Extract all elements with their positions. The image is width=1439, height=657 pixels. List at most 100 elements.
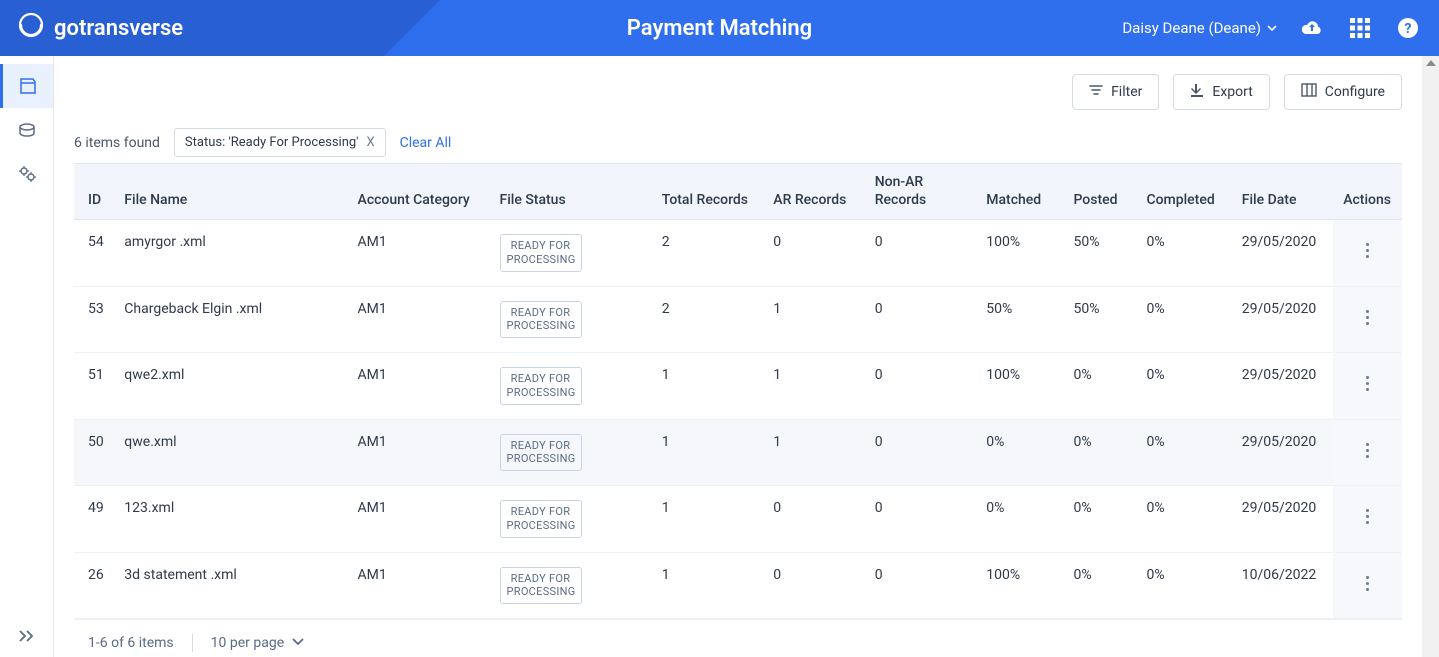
cell-non-ar-records: 0 <box>865 353 977 420</box>
cell-account-category: AM1 <box>348 220 490 287</box>
cell-posted: 0% <box>1063 353 1136 420</box>
cell-ar-records: 1 <box>763 353 864 420</box>
cell-posted: 50% <box>1063 220 1136 287</box>
sidebar-item-transactions[interactable] <box>0 108 53 152</box>
caret-down-icon <box>1267 19 1277 37</box>
th-file-status[interactable]: File Status <box>490 164 652 220</box>
svg-text:?: ? <box>1405 21 1412 37</box>
cell-id: 26 <box>74 552 114 619</box>
row-actions-menu[interactable] <box>1362 439 1373 462</box>
cell-posted: 0% <box>1063 552 1136 619</box>
cell-completed: 0% <box>1136 353 1231 420</box>
cell-file-date: 29/05/2020 <box>1232 419 1333 486</box>
status-badge: READY FOR PROCESSING <box>500 434 582 472</box>
configure-button[interactable]: Configure <box>1284 74 1402 110</box>
cell-ar-records: 1 <box>763 419 864 486</box>
cell-completed: 0% <box>1136 552 1231 619</box>
cell-file-name: qwe2.xml <box>114 353 347 420</box>
export-label: Export <box>1212 84 1252 100</box>
cell-file-date: 29/05/2020 <box>1232 353 1333 420</box>
cell-id: 54 <box>74 220 114 287</box>
cell-ar-records: 1 <box>763 286 864 353</box>
scroll-up-arrow-icon[interactable] <box>1426 60 1436 66</box>
cell-matched: 50% <box>976 286 1063 353</box>
cell-actions <box>1333 419 1402 486</box>
user-menu[interactable]: Daisy Deane (Deane) <box>1122 19 1277 37</box>
cell-non-ar-records: 0 <box>865 286 977 353</box>
th-account-category[interactable]: Account Category <box>348 164 490 220</box>
filter-icon <box>1089 84 1103 100</box>
cell-posted: 0% <box>1063 419 1136 486</box>
table-row[interactable]: 51qwe2.xmlAM1READY FOR PROCESSING110100%… <box>74 353 1402 420</box>
th-completed[interactable]: Completed <box>1136 164 1231 220</box>
status-badge: READY FOR PROCESSING <box>500 301 582 339</box>
cell-file-name: 3d statement .xml <box>114 552 347 619</box>
cell-id: 50 <box>74 419 114 486</box>
payment-matching-table: ID File Name Account Category File Statu… <box>74 163 1402 619</box>
status-badge: READY FOR PROCESSING <box>500 367 582 405</box>
cell-id: 53 <box>74 286 114 353</box>
items-found-label: 6 items found <box>74 135 160 151</box>
th-file-name[interactable]: File Name <box>114 164 347 220</box>
th-file-date[interactable]: File Date <box>1232 164 1333 220</box>
cell-file-name: 123.xml <box>114 486 347 553</box>
table-row[interactable]: 49123.xmlAM1READY FOR PROCESSING1000%0%0… <box>74 486 1402 553</box>
export-button[interactable]: Export <box>1173 74 1269 110</box>
table-row[interactable]: 263d statement .xmlAM1READY FOR PROCESSI… <box>74 552 1402 619</box>
configure-columns-icon <box>1301 83 1317 101</box>
cell-posted: 0% <box>1063 486 1136 553</box>
th-matched[interactable]: Matched <box>976 164 1063 220</box>
filter-chip-label: Status: 'Ready For Processing' <box>185 135 359 150</box>
cell-total-records: 1 <box>652 353 764 420</box>
th-actions: Actions <box>1333 164 1402 220</box>
th-ar-records[interactable]: AR Records <box>763 164 864 220</box>
cell-total-records: 1 <box>652 419 764 486</box>
table-row[interactable]: 54amyrgor .xmlAM1READY FOR PROCESSING200… <box>74 220 1402 287</box>
th-posted[interactable]: Posted <box>1063 164 1136 220</box>
cell-file-status: READY FOR PROCESSING <box>490 552 652 619</box>
apps-grid-icon[interactable] <box>1347 15 1373 41</box>
cell-account-category: AM1 <box>348 419 490 486</box>
cell-file-name: amyrgor .xml <box>114 220 347 287</box>
row-actions-menu[interactable] <box>1362 572 1373 595</box>
cloud-upload-icon[interactable] <box>1299 15 1325 41</box>
status-badge: READY FOR PROCESSING <box>500 500 582 538</box>
table-footer: 1-6 of 6 items 10 per page <box>74 619 1402 657</box>
help-icon[interactable]: ? <box>1395 15 1421 41</box>
cell-file-status: READY FOR PROCESSING <box>490 486 652 553</box>
th-id[interactable]: ID <box>74 164 114 220</box>
cell-completed: 0% <box>1136 419 1231 486</box>
row-actions-menu[interactable] <box>1362 505 1373 528</box>
row-actions-menu[interactable] <box>1362 372 1373 395</box>
per-page-label: 10 per page <box>211 635 284 651</box>
cell-matched: 0% <box>976 419 1063 486</box>
row-actions-menu[interactable] <box>1362 239 1373 262</box>
cell-non-ar-records: 0 <box>865 220 977 287</box>
cell-matched: 0% <box>976 486 1063 553</box>
filter-chip-status[interactable]: Status: 'Ready For Processing' X <box>174 128 386 157</box>
cell-account-category: AM1 <box>348 552 490 619</box>
cell-non-ar-records: 0 <box>865 552 977 619</box>
filter-button[interactable]: Filter <box>1072 74 1159 110</box>
sidebar-item-payment-matching[interactable] <box>0 64 53 108</box>
table-row[interactable]: 50qwe.xmlAM1READY FOR PROCESSING1100%0%0… <box>74 419 1402 486</box>
th-non-ar-records[interactable]: Non-AR Records <box>865 164 977 220</box>
cell-actions <box>1333 286 1402 353</box>
cell-account-category: AM1 <box>348 353 490 420</box>
app-header: gotransverse Payment Matching Daisy Dean… <box>0 0 1439 56</box>
sidebar-item-settings[interactable] <box>0 152 53 196</box>
vertical-scrollbar[interactable] <box>1422 56 1439 657</box>
status-badge: READY FOR PROCESSING <box>500 234 582 272</box>
clear-all-link[interactable]: Clear All <box>400 135 452 151</box>
cell-posted: 50% <box>1063 286 1136 353</box>
cell-actions <box>1333 552 1402 619</box>
cell-matched: 100% <box>976 552 1063 619</box>
cell-total-records: 2 <box>652 286 764 353</box>
close-icon[interactable]: X <box>366 135 374 150</box>
row-actions-menu[interactable] <box>1362 306 1373 329</box>
th-total-records[interactable]: Total Records <box>652 164 764 220</box>
table-row[interactable]: 53Chargeback Elgin .xmlAM1READY FOR PROC… <box>74 286 1402 353</box>
per-page-selector[interactable]: 10 per page <box>211 635 304 651</box>
sidebar-expand-toggle[interactable] <box>0 615 53 657</box>
cell-actions <box>1333 353 1402 420</box>
